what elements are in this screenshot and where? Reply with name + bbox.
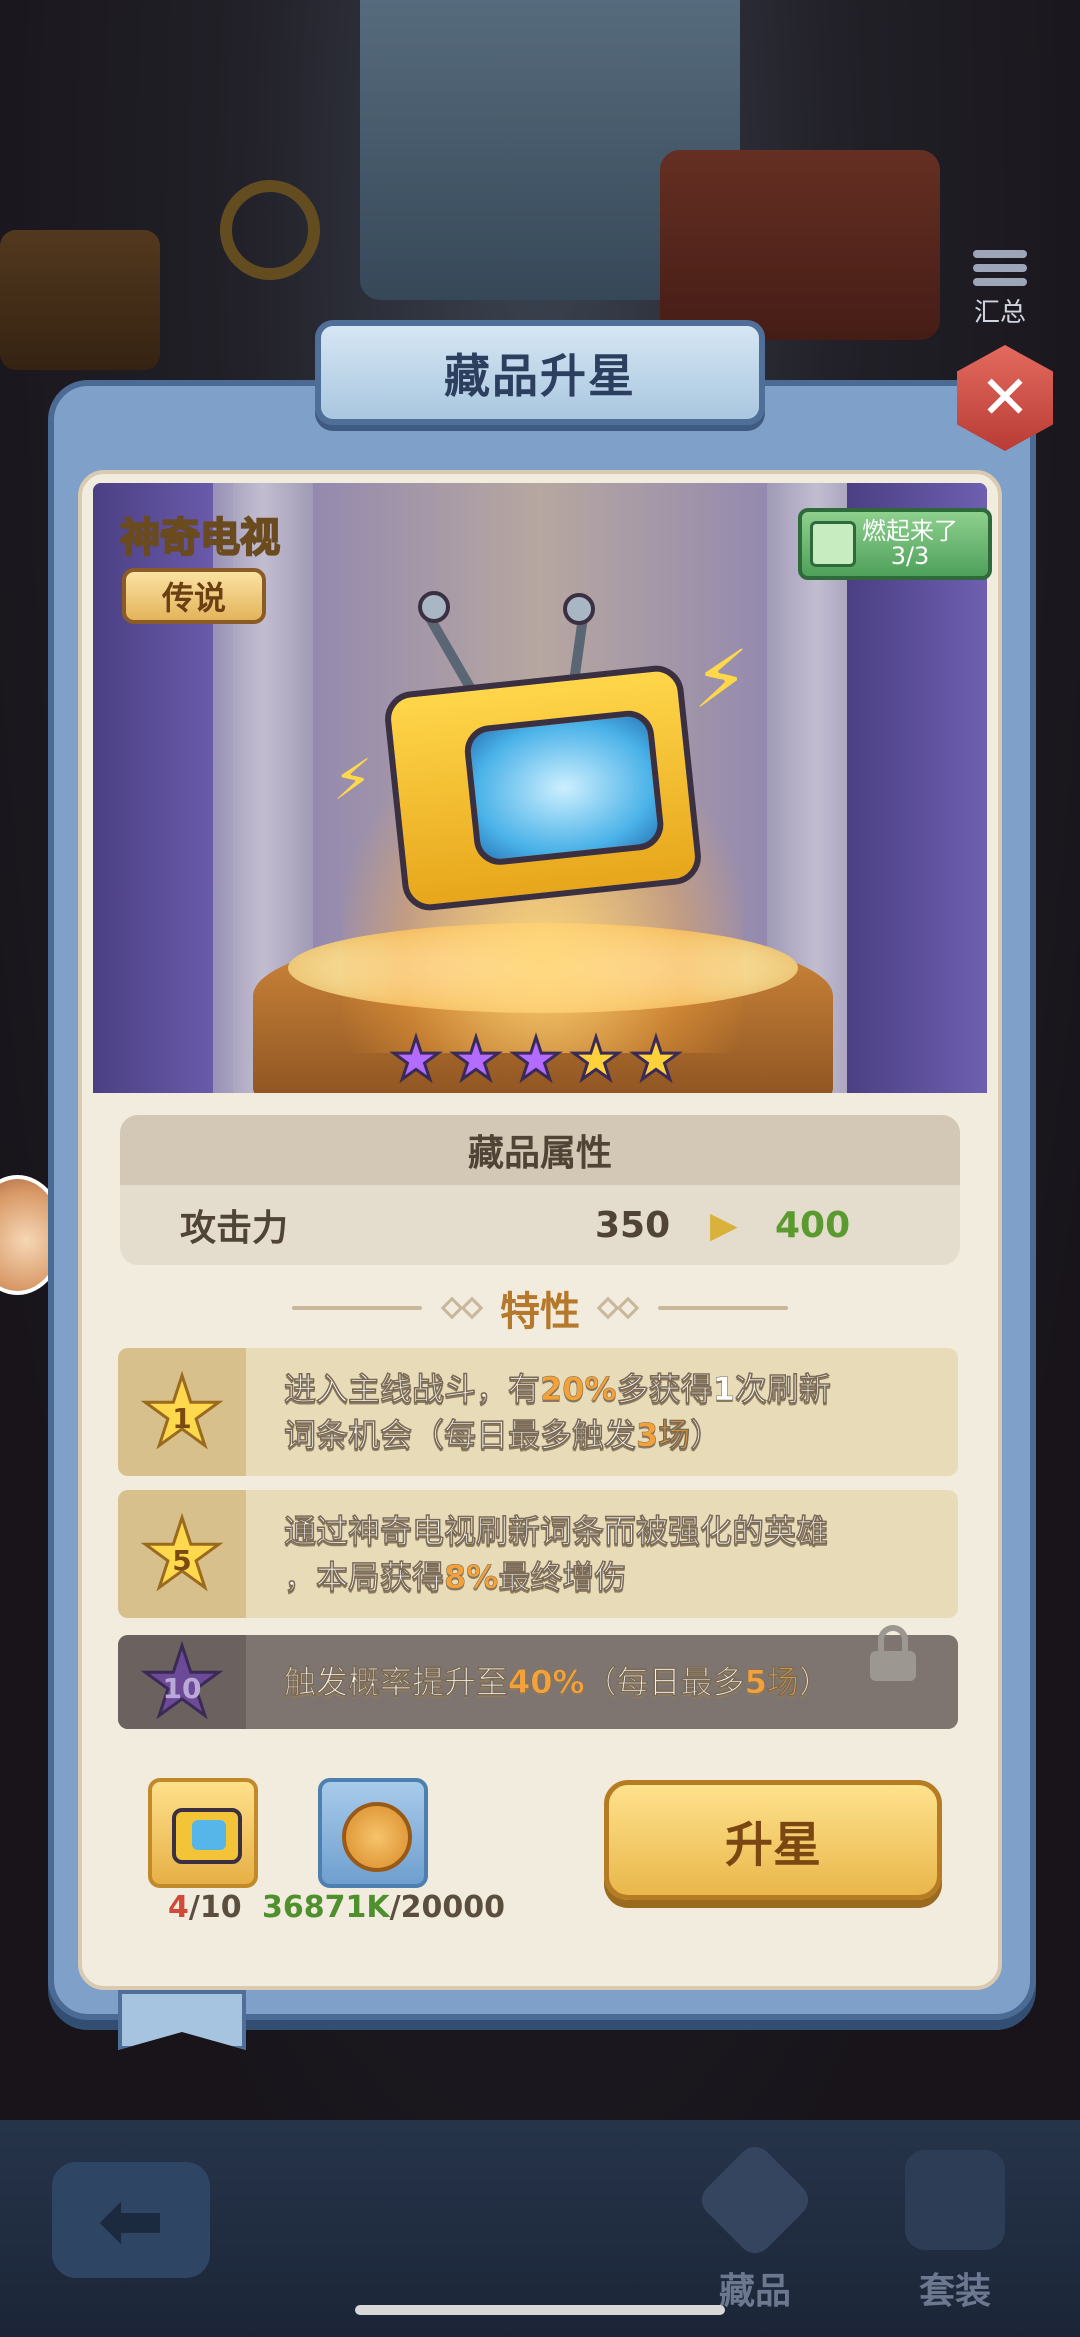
trait-description: 进入主线战斗，有20%多获得1次刷新 词条机会（每日最多触发3场） xyxy=(284,1366,831,1458)
trait-highlight: 20% xyxy=(540,1370,617,1409)
attribute-label: 攻击力 xyxy=(180,1208,289,1249)
trait-row-locked: ★ 10 触发概率提升至40%（每日最多5场） xyxy=(118,1635,958,1729)
attribute-row: 攻击力 350 ▶ 400 xyxy=(120,1185,960,1265)
collection-icon xyxy=(694,2139,816,2261)
star-icon-gold: ★ xyxy=(629,1025,684,1093)
dialog-title-banner: 藏品升星 xyxy=(315,320,765,425)
lightning-icon: ⚡ xyxy=(333,748,373,813)
magic-tv-item[interactable] xyxy=(382,662,704,914)
set-bonus-badge[interactable]: 燃起来了 3/3 xyxy=(798,508,992,580)
trait-row: ★ 5 通过神奇电视刷新词条而被强化的英雄 ，本局获得8%最终增伤 xyxy=(118,1490,958,1618)
collection-name: 神奇电视 xyxy=(119,514,281,562)
trait-text: 进入主线战斗，有 xyxy=(284,1370,541,1409)
trait-text: ） xyxy=(798,1663,832,1702)
material-item-slot[interactable] xyxy=(148,1778,258,1888)
trait-highlight: 8% xyxy=(444,1558,499,1597)
lock-icon xyxy=(870,1625,916,1681)
set-bonus-title: 燃起来了 xyxy=(862,516,958,545)
trait-level-star-icon: ★ 10 xyxy=(137,1635,226,1729)
background-magnifier xyxy=(220,180,320,280)
nav-tab-label: 套装 xyxy=(918,2271,991,2312)
trait-text: 触发概率提升至 xyxy=(284,1663,509,1702)
coin-icon xyxy=(342,1802,412,1872)
trait-row: ★ 1 进入主线战斗，有20%多获得1次刷新 词条机会（每日最多触发3场） xyxy=(118,1348,958,1476)
divider-line xyxy=(292,1306,422,1310)
star-icon-purple: ★ xyxy=(389,1025,444,1093)
trait-description: 触发概率提升至40%（每日最多5场） xyxy=(284,1659,831,1705)
close-button[interactable]: ✕ xyxy=(955,343,1055,453)
background-chest-left xyxy=(0,230,160,370)
trait-level: 5 xyxy=(172,1543,192,1577)
material-item-count: 4/10 xyxy=(168,1890,242,1925)
trait-text: 词条机会（每日最多触发 xyxy=(284,1416,637,1455)
trait-text: ，本局获得 xyxy=(284,1558,445,1597)
material-need: /10 xyxy=(188,1890,242,1925)
summary-button[interactable]: 汇总 xyxy=(960,250,1040,340)
coin-need: /20000 xyxy=(389,1890,505,1925)
traits-title: 特性 xyxy=(500,1289,580,1335)
divider-line xyxy=(658,1306,788,1310)
trait-level: 10 xyxy=(162,1671,202,1705)
antenna-ball-right xyxy=(563,593,595,625)
summary-label: 汇总 xyxy=(973,298,1026,328)
list-icon xyxy=(973,250,1027,286)
material-coin-count: 36871K/20000 xyxy=(262,1890,505,1925)
upgrade-star-button[interactable]: 升星 xyxy=(604,1780,942,1900)
rarity-badge: 传说 xyxy=(122,568,266,624)
star-icon-gold: ★ xyxy=(569,1025,624,1093)
dialog-title: 藏品升星 xyxy=(444,348,636,403)
nav-tab-set[interactable]: 套装 xyxy=(880,2150,1030,2320)
book-icon xyxy=(810,521,856,567)
attributes-box: 藏品属性 攻击力 350 ▶ 400 xyxy=(120,1115,960,1265)
trait-text: 通过神奇电视刷新词条而被强化的英雄 xyxy=(284,1512,829,1551)
trait-text: 最终增伤 xyxy=(498,1558,627,1597)
coin-have: 36871K xyxy=(262,1890,390,1925)
star-rating: ★ ★ ★ ★ ★ xyxy=(389,1025,684,1093)
trait-level: 1 xyxy=(172,1401,192,1435)
antenna-ball-left xyxy=(418,591,450,623)
diamond-ornament xyxy=(460,1296,484,1320)
back-button[interactable]: ⬅ xyxy=(52,2162,210,2278)
material-have: 4 xyxy=(168,1890,189,1925)
book-icon xyxy=(905,2150,1005,2250)
play-arrow-icon: ▶ xyxy=(710,1204,738,1246)
lightning-icon: ⚡ xyxy=(693,633,750,726)
tv-icon xyxy=(172,1808,242,1864)
diamond-ornament xyxy=(616,1296,640,1320)
set-bonus-progress: 3/3 xyxy=(890,542,930,570)
close-icon: ✕ xyxy=(957,345,1053,451)
trait-text: ） xyxy=(690,1416,723,1455)
home-indicator[interactable] xyxy=(355,2305,725,2315)
star-icon-purple: ★ xyxy=(509,1025,564,1093)
star-icon-purple: ★ xyxy=(449,1025,504,1093)
arrow-left-icon: ⬅ xyxy=(97,2173,165,2267)
trait-level-star-icon: ★ 1 xyxy=(137,1356,226,1468)
nav-tab-collection[interactable]: 藏品 xyxy=(680,2139,830,2320)
trait-highlight: 5场 xyxy=(744,1663,799,1702)
trait-highlight: 40% xyxy=(508,1663,585,1702)
material-coin-slot[interactable] xyxy=(318,1778,428,1888)
background-chest xyxy=(660,150,940,340)
trait-text: 多获得1次刷新 xyxy=(616,1370,831,1409)
tv-screen xyxy=(462,708,666,868)
attribute-next: 400 xyxy=(775,1204,851,1246)
trait-description: 通过神奇电视刷新词条而被强化的英雄 ，本局获得8%最终增伤 xyxy=(284,1508,829,1600)
trait-highlight: 3场 xyxy=(636,1416,691,1455)
trait-level-star-icon: ★ 5 xyxy=(137,1498,226,1610)
trait-text: （每日最多 xyxy=(584,1663,745,1702)
attribute-current: 350 xyxy=(595,1204,671,1246)
attributes-header: 藏品属性 xyxy=(120,1115,960,1185)
traits-header: 特性 xyxy=(120,1280,960,1336)
